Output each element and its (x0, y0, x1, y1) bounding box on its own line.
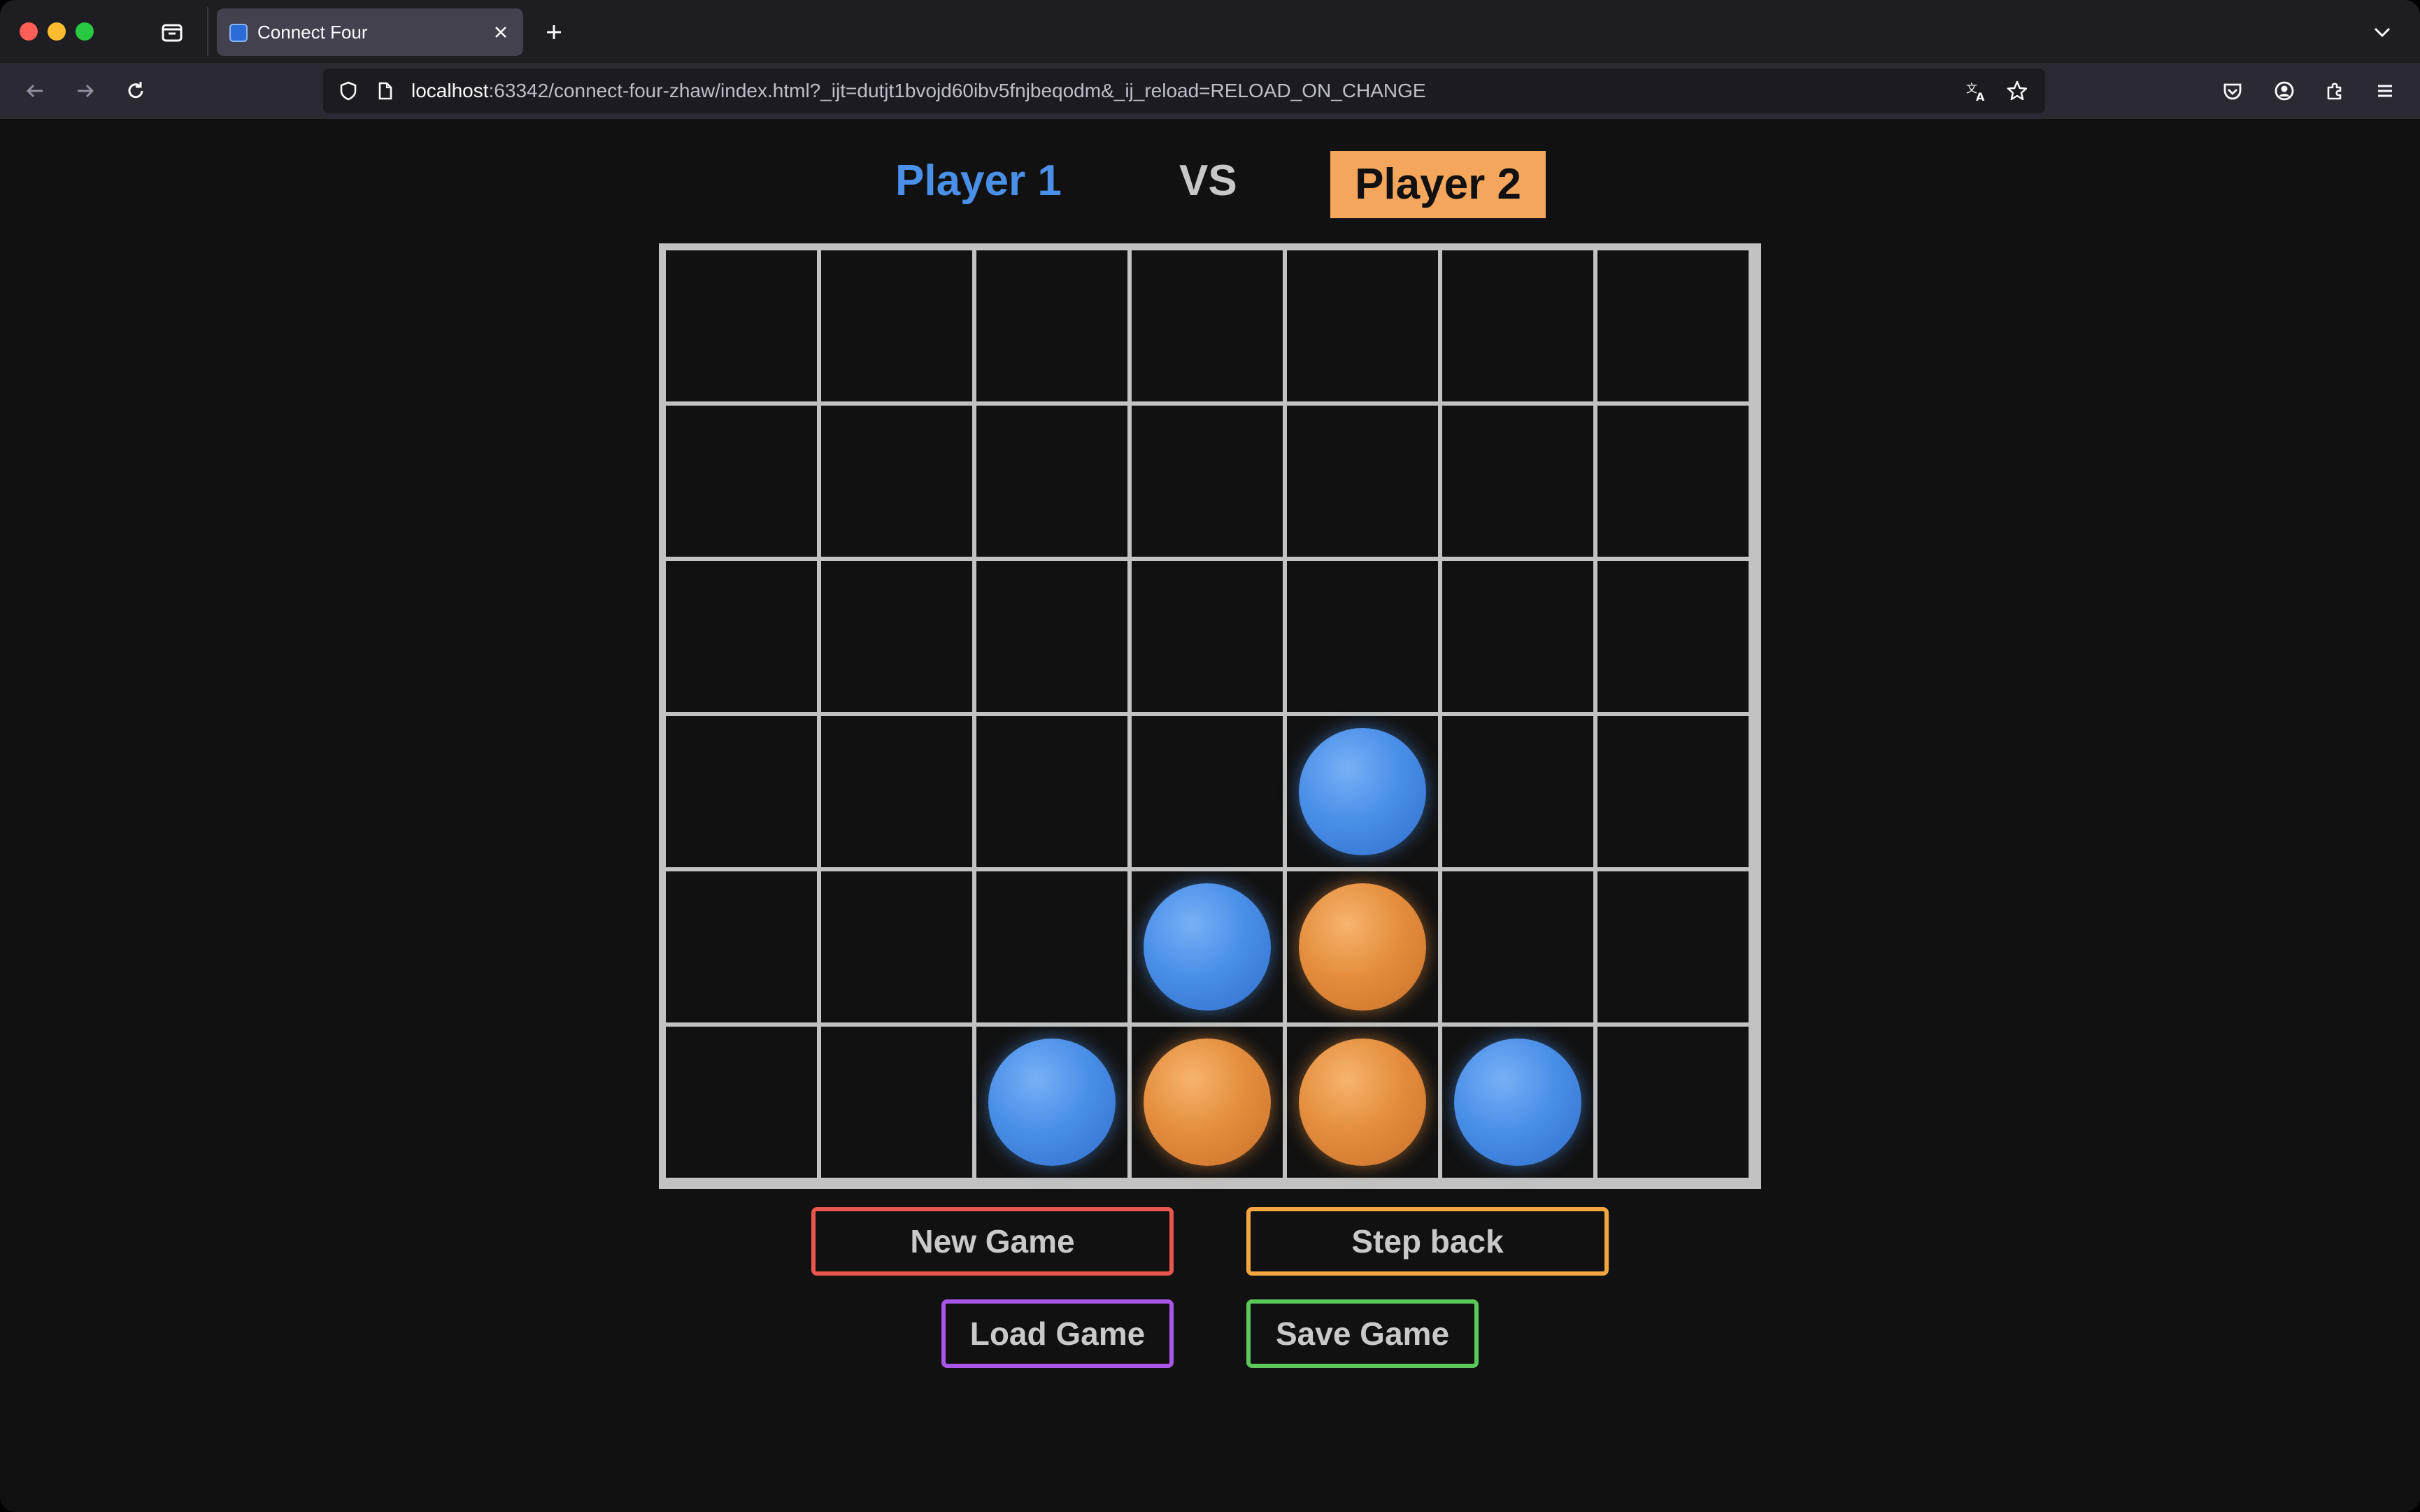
board-cell[interactable] (821, 250, 972, 401)
page-icon[interactable] (372, 78, 397, 104)
board-cell[interactable] (821, 716, 972, 867)
blue-disc (1144, 883, 1271, 1011)
board-cell[interactable] (1132, 1027, 1283, 1178)
board-cell[interactable] (976, 716, 1127, 867)
page-content: Player 1 VS Player 2 New Game Step back … (0, 119, 2420, 1512)
player-header: Player 1 VS Player 2 (0, 119, 2420, 245)
board-cell[interactable] (821, 561, 972, 712)
board-cell[interactable] (821, 406, 972, 557)
board-cell[interactable] (976, 561, 1127, 712)
orange-disc (1299, 883, 1426, 1011)
board-cell[interactable] (976, 871, 1127, 1022)
board-cell[interactable] (821, 871, 972, 1022)
board-cell[interactable] (1597, 561, 1749, 712)
forward-icon[interactable] (71, 77, 99, 105)
url-text[interactable]: localhost:63342/connect-four-zhaw/index.… (411, 80, 1426, 102)
step-back-button[interactable]: Step back (1246, 1207, 1609, 1276)
board-cell[interactable] (1442, 716, 1593, 867)
board-cell[interactable] (1287, 1027, 1438, 1178)
translate-icon[interactable]: 文 A (1964, 78, 1989, 104)
star-icon[interactable] (2005, 78, 2030, 104)
tab-connect-four[interactable]: Connect Four (217, 8, 523, 56)
chevron-down-icon[interactable] (2368, 18, 2396, 46)
extensions-icon[interactable] (2321, 77, 2349, 105)
board-cell[interactable] (821, 1027, 972, 1178)
shield-icon[interactable] (336, 78, 361, 104)
board-cell[interactable] (1132, 406, 1283, 557)
board-cell[interactable] (1597, 871, 1749, 1022)
player-2-label-active: Player 2 (1330, 151, 1546, 218)
orange-disc (1144, 1039, 1271, 1166)
blue-disc (988, 1039, 1116, 1166)
zoom-window-button[interactable] (76, 22, 94, 41)
game-board (659, 243, 1761, 1189)
board-cell[interactable] (666, 716, 817, 867)
board-cell[interactable] (1287, 406, 1438, 557)
board-cell[interactable] (1442, 250, 1593, 401)
back-icon[interactable] (21, 77, 49, 105)
svg-text:A: A (1976, 90, 1985, 104)
address-bar[interactable]: localhost:63342/connect-four-zhaw/index.… (323, 69, 2045, 113)
tabs-icon[interactable] (158, 18, 186, 46)
orange-disc (1299, 1039, 1426, 1166)
reload-icon[interactable] (122, 77, 150, 105)
tab-title: Connect Four (257, 22, 368, 43)
board-cell[interactable] (976, 1027, 1127, 1178)
navigation-bar: localhost:63342/connect-four-zhaw/index.… (0, 63, 2420, 119)
account-icon[interactable] (2270, 77, 2298, 105)
board-cell[interactable] (666, 250, 817, 401)
pocket-icon[interactable] (2219, 77, 2247, 105)
board-cell[interactable] (666, 1027, 817, 1178)
url-path: :63342/connect-four-zhaw/index.html?_ijt… (488, 80, 1426, 101)
save-game-button[interactable]: Save Game (1246, 1299, 1479, 1368)
favicon-icon (229, 24, 248, 42)
blue-disc (1454, 1039, 1581, 1166)
board-cell[interactable] (666, 561, 817, 712)
board-cell[interactable] (1132, 561, 1283, 712)
board-cell[interactable] (1442, 871, 1593, 1022)
close-window-button[interactable] (20, 22, 38, 41)
load-game-button[interactable]: Load Game (941, 1299, 1174, 1368)
new-game-button[interactable]: New Game (811, 1207, 1174, 1276)
board-cell[interactable] (976, 406, 1127, 557)
board-cell[interactable] (1287, 561, 1438, 712)
board-cell[interactable] (1597, 1027, 1749, 1178)
board-cell[interactable] (666, 406, 817, 557)
blue-disc (1299, 728, 1426, 855)
board-cell[interactable] (1287, 871, 1438, 1022)
url-host: localhost (411, 80, 489, 101)
vs-label: VS (1179, 157, 1237, 205)
board-cell[interactable] (1442, 406, 1593, 557)
board-cell[interactable] (1597, 250, 1749, 401)
board-cell[interactable] (666, 871, 817, 1022)
board-cell[interactable] (1132, 250, 1283, 401)
board-cell[interactable] (1597, 716, 1749, 867)
board-cell[interactable] (976, 250, 1127, 401)
tab-strip-divider (207, 7, 208, 56)
board-cell[interactable] (1132, 871, 1283, 1022)
tab-strip: Connect Four (0, 0, 2420, 63)
minimize-window-button[interactable] (48, 22, 66, 41)
plus-icon[interactable] (540, 18, 568, 46)
board-cell[interactable] (1597, 406, 1749, 557)
browser-window: Connect Four localhost:63342/connect-fou… (0, 0, 2420, 1512)
board-cell[interactable] (1442, 1027, 1593, 1178)
player-1-label: Player 1 (895, 157, 1062, 205)
board-cell[interactable] (1287, 250, 1438, 401)
menu-icon[interactable] (2371, 77, 2399, 105)
board-cell[interactable] (1287, 716, 1438, 867)
close-icon[interactable] (488, 20, 513, 45)
board-cell[interactable] (1132, 716, 1283, 867)
board-cell[interactable] (1442, 561, 1593, 712)
